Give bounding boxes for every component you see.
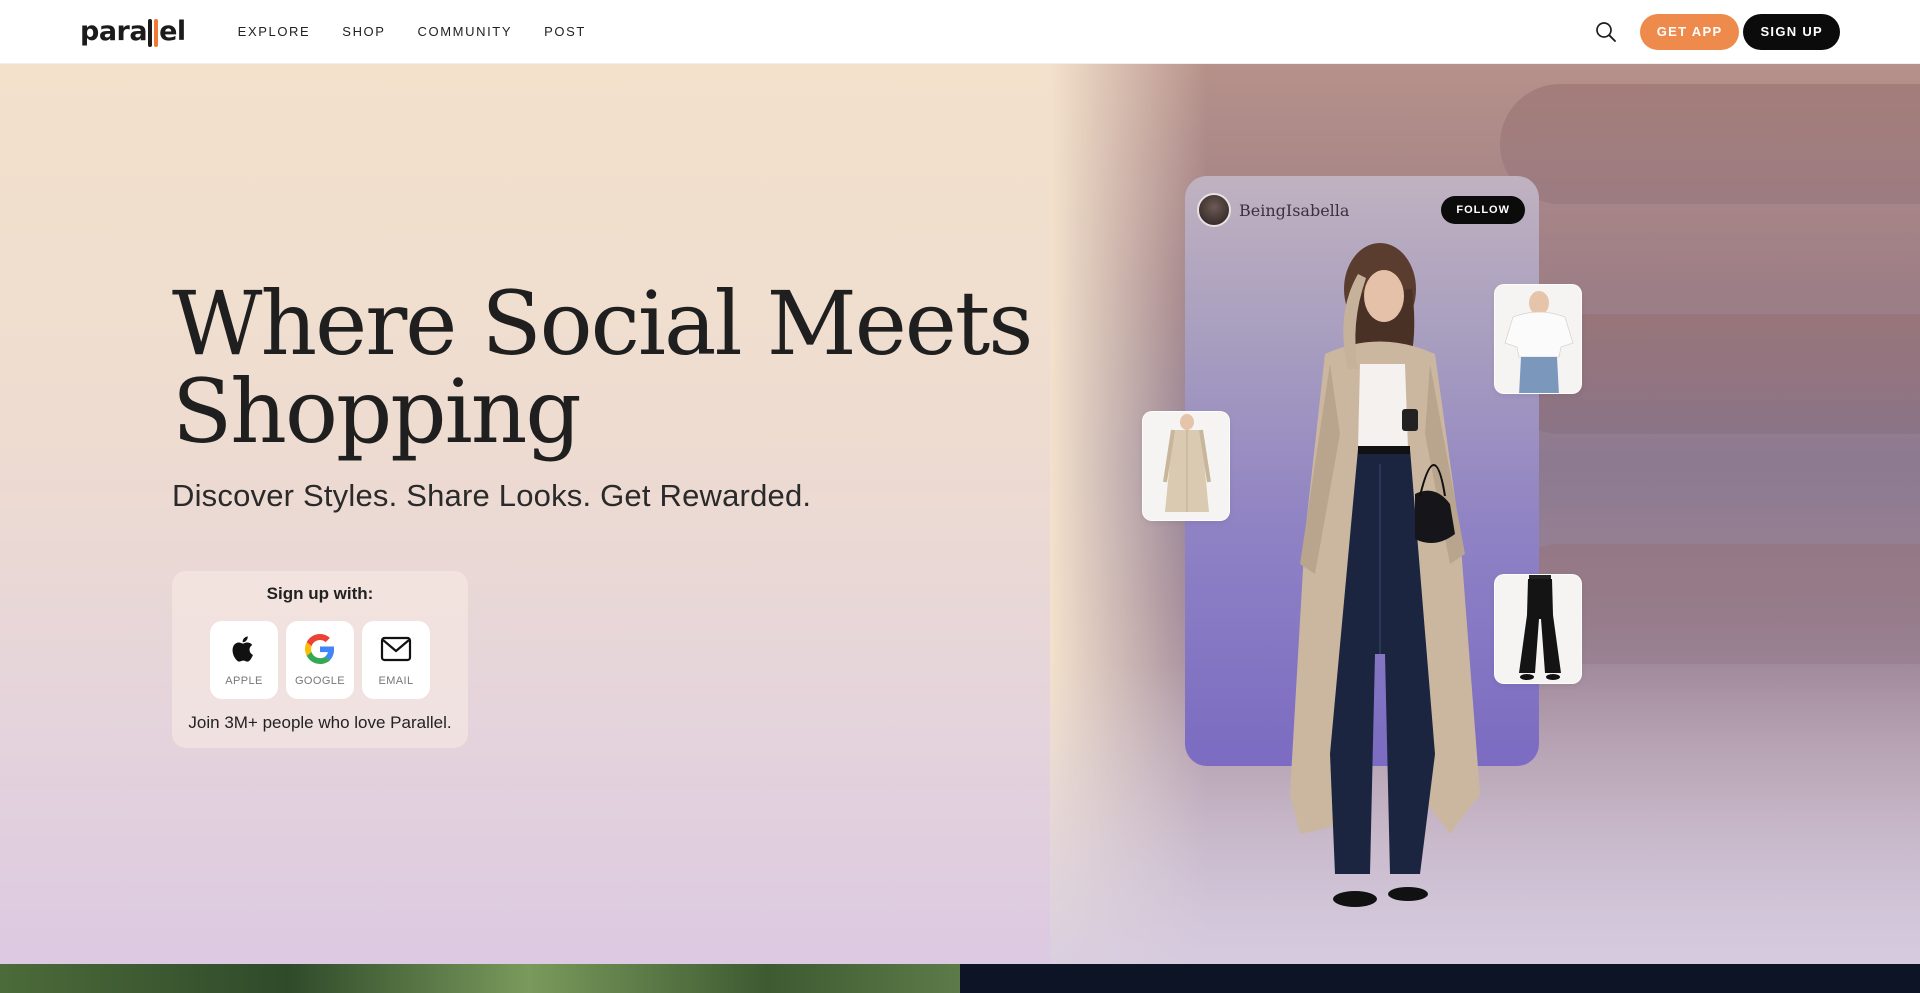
headline-line-2: Shopping: [172, 360, 582, 463]
product-thumb-white-tee[interactable]: [1494, 284, 1582, 394]
signup-apple-button[interactable]: APPLE: [210, 621, 278, 699]
signup-card: Sign up with: APPLE GOOGLE EMAIL Join 3M…: [172, 571, 468, 748]
top-nav: para el EXPLORE SHOP COMMUNITY POST GET A…: [0, 0, 1920, 64]
headline-line-1: Where Social Meets: [172, 272, 1033, 375]
next-section-dark-panel: [960, 964, 1920, 993]
signup-title: Sign up with:: [266, 584, 374, 603]
hero-headline: Where Social Meets Shopping: [172, 272, 1033, 463]
nav-link-shop[interactable]: SHOP: [326, 24, 401, 39]
search-icon[interactable]: [1592, 18, 1620, 46]
nav-link-explore[interactable]: EXPLORE: [222, 24, 327, 39]
get-app-button[interactable]: GET APP: [1639, 13, 1740, 50]
signup-google-button[interactable]: GOOGLE: [286, 621, 354, 699]
model-photo: [1290, 243, 1480, 907]
signup-email-label: EMAIL: [378, 675, 414, 687]
product-thumb-trench-coat[interactable]: [1142, 411, 1230, 521]
follow-button[interactable]: FOLLOW: [1441, 196, 1525, 224]
nav-links: EXPLORE SHOP COMMUNITY POST: [222, 24, 602, 39]
nav-link-post[interactable]: POST: [528, 24, 602, 39]
parallel-logo[interactable]: para el: [80, 16, 186, 47]
nav-actions: GET APP SIGN UP: [1592, 13, 1840, 50]
signup-join-text: Join 3M+ people who love Parallel.: [188, 713, 452, 732]
hero-subhead: Discover Styles. Share Looks. Get Reward…: [172, 478, 812, 513]
product-thumb-black-pants[interactable]: [1494, 574, 1582, 684]
apple-icon: [228, 633, 260, 665]
wall-band-decor: [1500, 84, 1920, 204]
google-icon: [304, 633, 336, 665]
nav-link-community[interactable]: COMMUNITY: [402, 24, 529, 39]
logo-bar-orange: [154, 18, 159, 47]
sign-up-button[interactable]: SIGN UP: [1743, 13, 1840, 50]
avatar[interactable]: [1197, 193, 1231, 227]
next-section-image: [0, 964, 960, 993]
signup-options: APPLE GOOGLE EMAIL: [210, 621, 430, 699]
signup-email-button[interactable]: EMAIL: [362, 621, 430, 699]
signup-google-label: GOOGLE: [294, 675, 346, 687]
logo-bar: [148, 18, 153, 47]
hero-section: Where Social Meets Shopping Discover Sty…: [0, 64, 1920, 964]
email-icon: [380, 633, 412, 665]
signup-apple-label: APPLE: [225, 675, 263, 687]
post-header: BeingIsabella FOLLOW: [1197, 190, 1525, 230]
post-username[interactable]: BeingIsabella: [1239, 201, 1349, 220]
